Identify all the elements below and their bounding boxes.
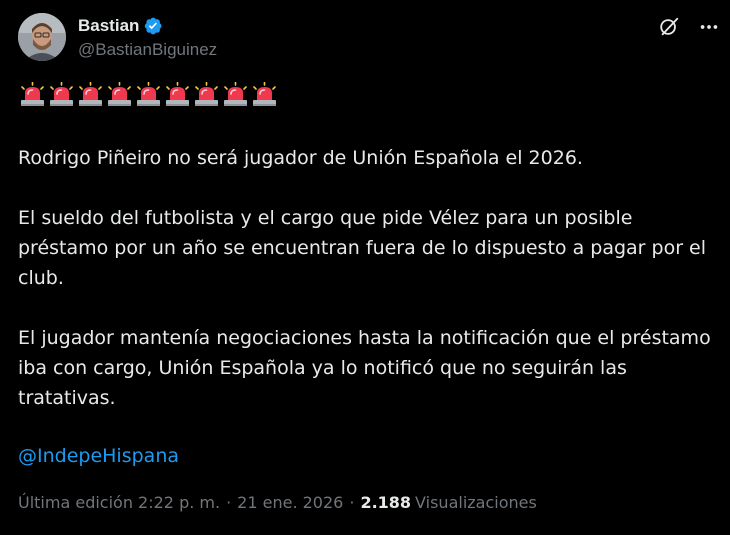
avatar[interactable] [18,13,66,61]
tweet-paragraph-3: El jugador mantenía negociaciones hasta … [18,327,711,409]
tweet-header: Bastian @BastianBiguinez [18,13,217,61]
tweet-date[interactable]: 21 ene. 2026 [237,493,343,512]
meta-separator: · [226,493,232,512]
verified-badge-icon[interactable] [143,16,163,36]
siren-emoji-icon [50,82,73,106]
siren-emoji-row [18,82,279,108]
tweet: Bastian @BastianBiguinez Rodrigo Piñeiro… [0,0,730,535]
siren-emoji-icon [224,82,247,106]
author-names: Bastian @BastianBiguinez [78,15,217,60]
tweet-text: Rodrigo Piñeiro no será jugador de Unión… [18,143,718,443]
siren-emoji-icon [108,82,131,106]
siren-emoji-icon [195,82,218,106]
display-name[interactable]: Bastian [78,16,139,36]
more-button[interactable] [696,14,722,40]
top-actions [656,14,722,40]
tweet-meta: Última edición 2:22 p. m. · 21 ene. 2026… [18,493,537,512]
tweet-paragraph-2: El sueldo del futbolista y el cargo que … [18,207,707,289]
tweet-paragraph-1: Rodrigo Piñeiro no será jugador de Unión… [18,147,583,169]
views-label: Visualizaciones [415,493,537,512]
siren-emoji-icon [166,82,189,106]
author-handle[interactable]: @BastianBiguinez [78,40,217,60]
avatar-image [18,13,66,61]
views-count: 2.188 [360,493,412,512]
last-edited-link[interactable]: Última edición 2:22 p. m. [18,493,220,512]
grok-button[interactable] [656,14,682,40]
name-row: Bastian [78,15,217,37]
siren-emoji-icon [21,82,44,106]
mention-link[interactable]: @IndepeHispana [18,441,179,471]
siren-emoji-icon [137,82,160,106]
meta-separator: · [349,493,355,512]
more-dots-icon [700,25,718,29]
siren-emoji-icon [253,82,276,106]
siren-emoji-icon [79,82,102,106]
slash-circle-icon [660,17,679,36]
